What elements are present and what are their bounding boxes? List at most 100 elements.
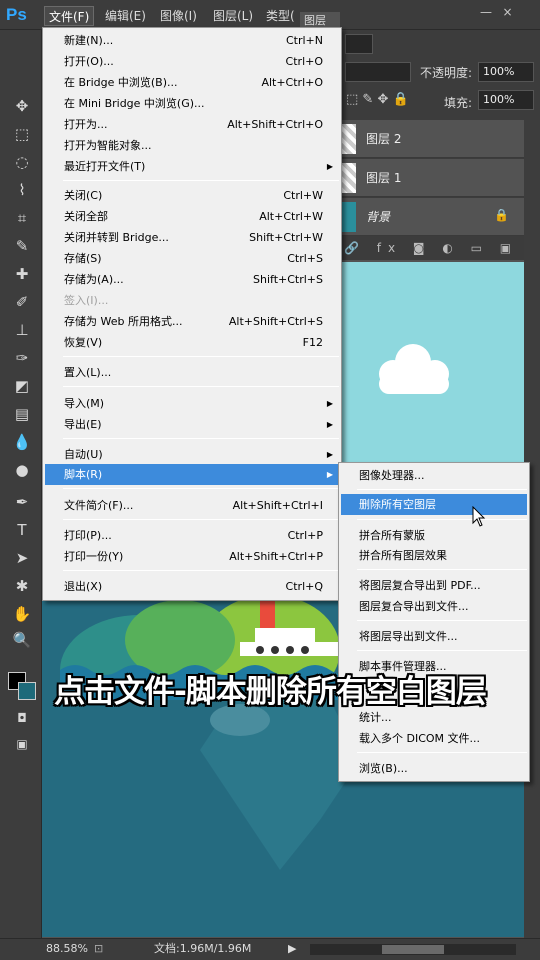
- menu-separator: [357, 489, 527, 490]
- menu-item-import[interactable]: 导入(M) ▶: [45, 393, 339, 414]
- menu-separator: [63, 488, 339, 489]
- layer-row[interactable]: 图层 2: [340, 120, 524, 158]
- menu-item-export[interactable]: 导出(E) ▶: [45, 414, 339, 435]
- submenu-item-comps-to-pdf[interactable]: 将图层复合导出到 PDF...: [341, 575, 527, 596]
- submenu-arrow-icon: ▶: [326, 399, 333, 408]
- status-icon: ⊡: [94, 942, 104, 955]
- menu-item-save[interactable]: 存储(S) Ctrl+S: [45, 248, 339, 269]
- menu-bar: Ps 文件(F) 编辑(E) 图像(I) 图层(L) 类型( — ×: [0, 0, 540, 30]
- submenu-arrow-icon: ▶: [326, 162, 333, 171]
- menu-separator: [63, 386, 339, 387]
- blend-mode-select[interactable]: [345, 62, 411, 82]
- menu-separator: [63, 438, 339, 439]
- menu-type[interactable]: 类型(: [262, 6, 299, 26]
- menu-separator: [63, 180, 339, 181]
- menu-item-revert[interactable]: 恢复(V) F12: [45, 332, 339, 353]
- menu-separator: [357, 752, 527, 753]
- menu-separator: [357, 519, 527, 520]
- opacity-input[interactable]: 100%: [478, 62, 534, 82]
- submenu-item-load-dicom[interactable]: 载入多个 DICOM 文件...: [341, 728, 527, 749]
- document-size: 文档:1.96M/1.96M: [154, 942, 252, 955]
- healing-brush-tool-icon[interactable]: ✚: [8, 262, 36, 286]
- stamp-tool-icon[interactable]: ⊥: [8, 318, 36, 342]
- menu-edit[interactable]: 编辑(E): [101, 6, 150, 26]
- fill-label: 填充:: [444, 96, 473, 110]
- scrollbar-thumb[interactable]: [382, 945, 444, 954]
- layer-row[interactable]: 背景 🔒: [340, 198, 524, 236]
- move-tool-icon[interactable]: ✥: [8, 94, 36, 118]
- menu-item-open-as[interactable]: 打开为... Alt+Shift+Ctrl+O: [45, 114, 339, 135]
- menu-item-open-smart-object[interactable]: 打开为智能对象...: [45, 135, 339, 156]
- close-button[interactable]: ×: [500, 4, 516, 20]
- opacity-label: 不透明度:: [420, 66, 473, 80]
- menu-item-close-to-bridge[interactable]: 关闭并转到 Bridge... Shift+Ctrl+W: [45, 227, 339, 248]
- submenu-item-layers-to-files[interactable]: 将图层导出到文件...: [341, 626, 527, 647]
- lock-icons[interactable]: ⬚ ✎ ✥ 🔒: [346, 92, 409, 107]
- submenu-item-flatten-effects[interactable]: 拼合所有图层效果: [341, 545, 527, 566]
- layer-thumbnail: [342, 202, 356, 232]
- submenu-item-browse[interactable]: 浏览(B)...: [341, 758, 527, 779]
- menu-item-close[interactable]: 关闭(C) Ctrl+W: [45, 185, 339, 206]
- menu-item-place[interactable]: 置入(L)...: [45, 362, 339, 383]
- type-tool-icon[interactable]: T: [8, 518, 36, 542]
- layer-panel-footer[interactable]: 🔗 fx ◙ ◐ ▭ ▣ 🗑: [340, 236, 524, 279]
- blur-tool-icon[interactable]: 💧: [8, 430, 36, 454]
- scripts-submenu: 图像处理器... 删除所有空图层 拼合所有蒙版 拼合所有图层效果 将图层复合导出…: [338, 462, 530, 782]
- menu-item-save-for-web[interactable]: 存储为 Web 所用格式... Alt+Shift+Ctrl+S: [45, 311, 339, 332]
- menu-item-scripts[interactable]: 脚本(R) ▶: [45, 464, 339, 485]
- layer-thumbnail: [342, 163, 356, 193]
- brush-tool-icon[interactable]: ✐: [8, 290, 36, 314]
- zoom-tool-icon[interactable]: 🔍: [8, 628, 36, 652]
- menu-item-automate[interactable]: 自动(U) ▶: [45, 444, 339, 465]
- eyedropper-tool-icon[interactable]: ✎: [8, 234, 36, 258]
- quick-select-tool-icon[interactable]: ⌇: [8, 178, 36, 202]
- gradient-tool-icon[interactable]: ▤: [8, 402, 36, 426]
- marquee-tool-icon[interactable]: ⬚: [8, 122, 36, 146]
- pen-tool-icon[interactable]: ✒: [8, 490, 36, 514]
- tools-panel: ✥ ⬚ ◌ ⌇ ⌗ ✎ ✚ ✐ ⊥ ✑ ◩ ▤ 💧 ● ✒ T ➤ ✱ ✋ 🔍 …: [0, 30, 42, 940]
- status-bar: 88.58% ⊡ 文档:1.96M/1.96M ▶: [0, 938, 540, 960]
- minimize-button[interactable]: —: [478, 4, 494, 20]
- menu-item-open[interactable]: 打开(O)... Ctrl+O: [45, 51, 339, 72]
- fill-input[interactable]: 100%: [478, 90, 534, 110]
- menu-image[interactable]: 图像(I): [156, 6, 201, 26]
- menu-item-print-one-copy[interactable]: 打印一份(Y) Alt+Shift+Ctrl+P: [45, 546, 339, 567]
- menu-item-recent-files[interactable]: 最近打开文件(T) ▶: [45, 156, 339, 177]
- submenu-item-flatten-masks[interactable]: 拼合所有蒙版: [341, 525, 527, 546]
- status-arrow-icon[interactable]: ▶: [288, 939, 296, 959]
- menu-item-check-in: 签入(I)...: [64, 294, 109, 307]
- menu-item-new[interactable]: 新建(N)... Ctrl+N: [45, 30, 339, 51]
- layer-filter-field[interactable]: [345, 34, 373, 54]
- submenu-item-comps-to-files[interactable]: 图层复合导出到文件...: [341, 596, 527, 617]
- menu-separator: [357, 569, 527, 570]
- screen-mode-icon[interactable]: ▣: [8, 732, 36, 756]
- layer-name: 图层 2: [366, 132, 402, 146]
- crop-tool-icon[interactable]: ⌗: [8, 206, 36, 230]
- menu-item-close-all[interactable]: 关闭全部 Alt+Ctrl+W: [45, 206, 339, 227]
- layer-name: 图层 1: [366, 171, 402, 185]
- menu-separator: [357, 650, 527, 651]
- shape-tool-icon[interactable]: ✱: [8, 574, 36, 598]
- horizontal-scrollbar[interactable]: [310, 944, 516, 955]
- menu-item-save-as[interactable]: 存储为(A)... Shift+Ctrl+S: [45, 269, 339, 290]
- submenu-item-image-processor[interactable]: 图像处理器...: [341, 465, 527, 486]
- eraser-tool-icon[interactable]: ◩: [8, 374, 36, 398]
- path-select-tool-icon[interactable]: ➤: [8, 546, 36, 570]
- menu-item-exit[interactable]: 退出(X) Ctrl+Q: [45, 576, 339, 597]
- file-menu: 新建(N)... Ctrl+N 打开(O)... Ctrl+O 在 Bridge 中…: [42, 27, 342, 601]
- menu-separator: [357, 620, 527, 621]
- lasso-tool-icon[interactable]: ◌: [8, 150, 36, 174]
- menu-item-browse-bridge[interactable]: 在 Bridge 中浏览(B)... Alt+Ctrl+O: [45, 72, 339, 93]
- submenu-item-delete-empty-layers[interactable]: 删除所有空图层: [341, 494, 527, 515]
- hand-tool-icon[interactable]: ✋: [8, 602, 36, 626]
- menu-item-print[interactable]: 打印(P)... Ctrl+P: [45, 525, 339, 546]
- menu-layer[interactable]: 图层(L): [209, 6, 257, 26]
- menu-item-browse-mini-bridge[interactable]: 在 Mini Bridge 中浏览(G)...: [45, 93, 339, 114]
- zoom-level[interactable]: 88.58%: [46, 939, 88, 959]
- menu-item-file-info[interactable]: 文件简介(F)... Alt+Shift+Ctrl+I: [45, 495, 339, 516]
- layer-row[interactable]: 图层 1: [340, 159, 524, 197]
- menu-file[interactable]: 文件(F): [44, 6, 95, 26]
- lock-icon: 🔒: [494, 208, 509, 222]
- dodge-tool-icon[interactable]: ●: [8, 458, 36, 482]
- history-brush-tool-icon[interactable]: ✑: [8, 346, 36, 370]
